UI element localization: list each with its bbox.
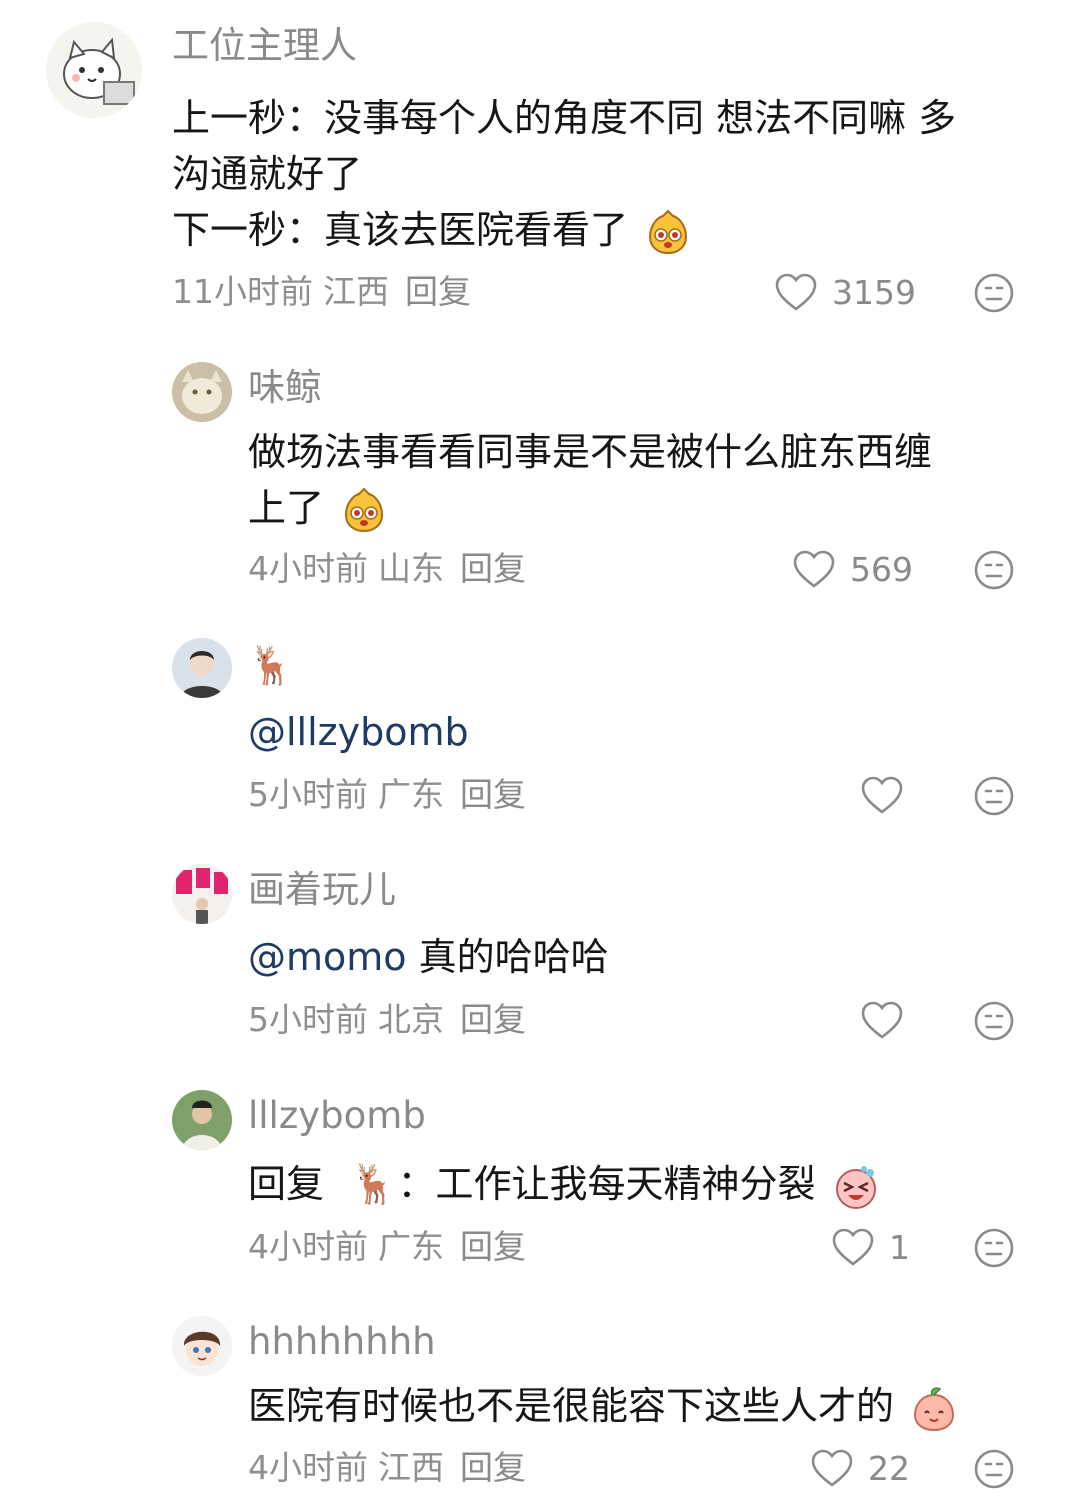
username[interactable]: hhhhhhhh (248, 1320, 436, 1364)
photo-avatar-icon (172, 1090, 232, 1150)
avatar[interactable] (172, 1090, 232, 1150)
like-count: 1 (889, 1227, 910, 1267)
reply-button[interactable]: 回复 (405, 272, 471, 311)
comment-text: 医院有时候也不是很能容下这些人才的 (248, 1384, 895, 1428)
dislike-face-icon[interactable] (973, 1000, 1015, 1042)
happy-sticker-icon (649, 209, 688, 254)
cartoon-avatar-icon (172, 1316, 232, 1376)
like-count: 3159 (832, 272, 916, 312)
timestamp: 5小时前 (248, 1000, 368, 1039)
dislike-face-icon[interactable] (973, 775, 1015, 817)
cat-photo-avatar-icon (172, 362, 232, 422)
mention-link[interactable]: @momo (248, 935, 407, 979)
comment-text-line: @lllzybomb (248, 704, 469, 760)
username[interactable]: 🦌 (248, 644, 294, 688)
like-count: 569 (850, 549, 913, 589)
heart-icon (861, 776, 903, 814)
comment-meta: 4小时前 江西 回复 (248, 1448, 526, 1488)
heart-icon (811, 1449, 853, 1487)
dislike-face-icon[interactable] (973, 549, 1015, 591)
comment-meta: 5小时前 北京 回复 (248, 1000, 526, 1040)
like-count: 22 (868, 1448, 910, 1488)
like-button[interactable]: 3159 (774, 270, 916, 314)
comment-text: ：工作让我每天精神分裂 (397, 1162, 816, 1206)
timestamp: 4小时前 (248, 549, 368, 588)
reply-button[interactable]: 回复 (460, 549, 526, 588)
like-button[interactable]: 22 (810, 1446, 910, 1490)
comment-meta: 11小时前 江西 回复 (172, 272, 471, 312)
laughing-sticker-icon (835, 1165, 876, 1209)
like-button[interactable] (860, 998, 918, 1042)
photo-avatar-icon (172, 864, 232, 924)
comment-text-line: 上了 (248, 480, 388, 536)
comment-meta: 5小时前 广东 回复 (248, 775, 526, 815)
region: 江西 (378, 1448, 444, 1487)
comment-text: 上了 (248, 486, 325, 530)
reply-button[interactable]: 回复 (460, 1227, 526, 1266)
reply-to-user[interactable]: 🦌 (350, 1162, 397, 1206)
comment-text-line: 上一秒：没事每个人的角度不同 想法不同嘛 多 (172, 96, 957, 140)
like-button[interactable] (860, 773, 918, 817)
region: 江西 (323, 272, 389, 311)
peach-smile-sticker-icon (914, 1387, 955, 1431)
comment-meta: 4小时前 山东 回复 (248, 549, 526, 589)
reply-button[interactable]: 回复 (460, 775, 526, 814)
mention-link[interactable]: @lllzybomb (248, 710, 469, 754)
comment-text: 下一秒：真该去医院看看了 (172, 208, 629, 252)
username[interactable]: lllzybomb (248, 1094, 426, 1138)
timestamp: 5小时前 (248, 775, 368, 814)
avatar[interactable] (172, 1316, 232, 1376)
comment-text-line: 下一秒：真该去医院看看了 (172, 202, 692, 258)
reply-prefix: 回复 (248, 1162, 325, 1206)
comment-text-line: 医院有时候也不是很能容下这些人才的 (248, 1378, 958, 1434)
happy-sticker-icon (345, 487, 384, 532)
like-button[interactable]: 569 (792, 547, 913, 591)
photo-avatar-icon (172, 638, 232, 698)
avatar[interactable] (172, 362, 232, 422)
heart-icon (793, 550, 835, 588)
dislike-face-icon[interactable] (973, 1448, 1015, 1490)
dislike-face-icon[interactable] (973, 1227, 1015, 1269)
avatar[interactable] (172, 638, 232, 698)
comment-text-line: 回复 🦌：工作让我每天精神分裂 (248, 1156, 880, 1212)
timestamp: 11小时前 (172, 272, 313, 311)
heart-icon (832, 1228, 874, 1266)
heart-icon (775, 273, 817, 311)
timestamp: 4小时前 (248, 1227, 368, 1266)
heart-icon (861, 1001, 903, 1039)
username[interactable]: 画着玩儿 (248, 868, 396, 912)
reply-button[interactable]: 回复 (460, 1448, 526, 1487)
region: 山东 (378, 549, 444, 588)
username[interactable]: 工位主理人 (172, 24, 357, 68)
comment-text-line: @momo 真的哈哈哈 (248, 929, 609, 985)
comment-text: 真的哈哈哈 (406, 935, 609, 979)
region: 广东 (378, 1227, 444, 1266)
dislike-face-icon[interactable] (973, 272, 1015, 314)
reply-button[interactable]: 回复 (460, 1000, 526, 1039)
comment-meta: 4小时前 广东 回复 (248, 1227, 526, 1267)
like-button[interactable]: 1 (831, 1225, 910, 1269)
timestamp: 4小时前 (248, 1448, 368, 1487)
avatar[interactable] (172, 864, 232, 924)
cat-avatar-icon (46, 22, 142, 118)
avatar[interactable] (46, 22, 142, 118)
comment-text-line: 做场法事看看同事是不是被什么脏东西缠 (248, 430, 933, 474)
username[interactable]: 味鲸 (248, 366, 322, 410)
comment-text-line: 沟通就好了 (172, 152, 363, 196)
region: 广东 (378, 775, 444, 814)
region: 北京 (378, 1000, 444, 1039)
